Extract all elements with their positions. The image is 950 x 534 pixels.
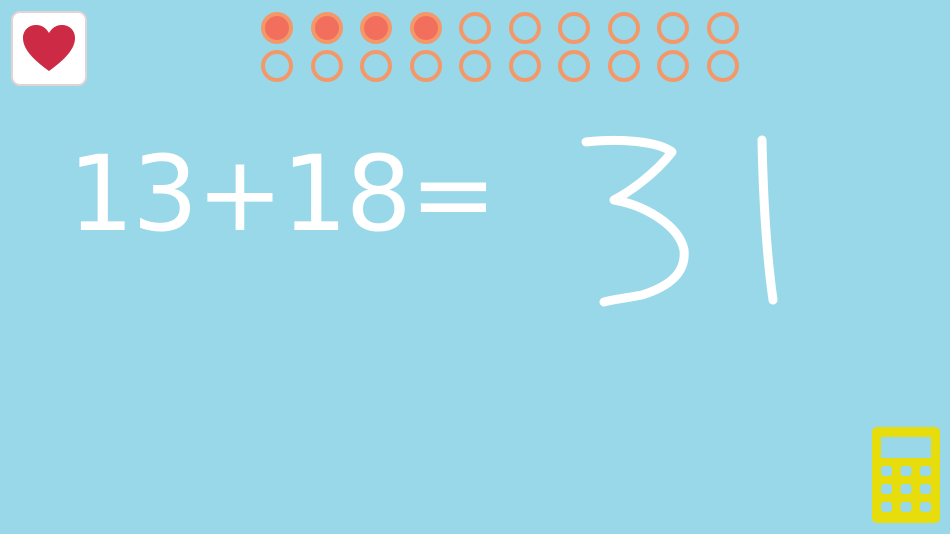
progress-dot-empty [261,50,293,82]
calculator-icon[interactable] [871,426,941,524]
progress-dot-empty [558,12,590,44]
progress-dot-empty [657,50,689,82]
progress-dot-empty [360,50,392,82]
progress-dot-empty [310,50,343,82]
progress-dot-complete [409,12,442,44]
progress-dot-empty [558,50,590,82]
progress-dot-complete [310,12,343,44]
progress-dot-empty [706,50,739,82]
progress-dot-empty [607,12,640,44]
handwritten-answer[interactable]: 31 [574,130,794,315]
handwritten-digit-3 [581,136,689,307]
progress-dot-empty [607,50,640,82]
progress-dot-complete [261,12,293,44]
lives-button[interactable] [11,11,87,86]
progress-dot-empty [409,50,442,82]
progress-dot-empty [508,50,541,82]
progress-dot-complete [360,12,392,44]
progress-dot-empty [459,12,491,44]
math-problem: 13+18= [68,133,497,255]
progress-dot-empty [459,50,491,82]
handwritten-digit-1 [757,135,778,305]
progress-dot-empty [706,12,739,44]
progress-indicator [261,12,739,82]
progress-dot-empty [508,12,541,44]
heart-icon [23,24,75,71]
progress-dot-empty [657,12,689,44]
